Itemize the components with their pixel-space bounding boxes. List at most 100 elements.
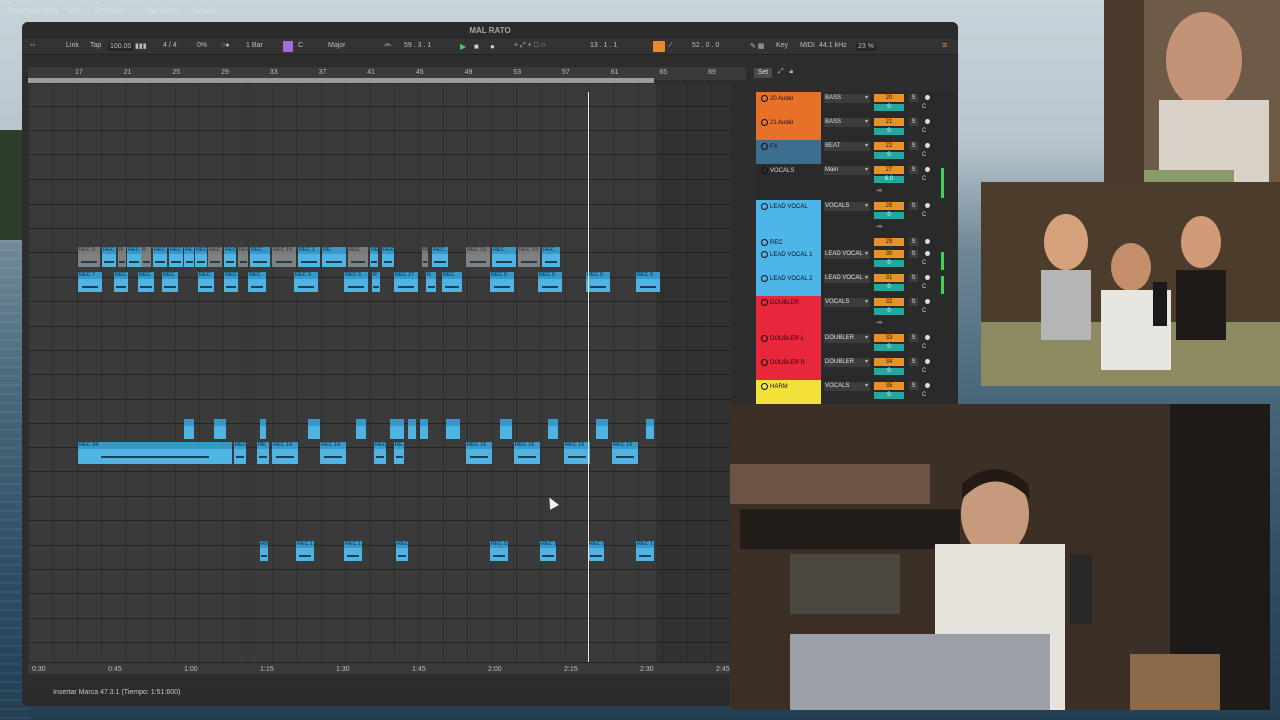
track-pan[interactable]: C	[922, 344, 930, 350]
track-name[interactable]: VOCALS	[756, 164, 821, 200]
audio-clip[interactable]: REC 1	[540, 541, 557, 561]
audio-clip[interactable]: REC 1	[102, 247, 117, 267]
audio-clip[interactable]: R	[372, 272, 380, 292]
track-pan[interactable]: C	[922, 284, 930, 290]
audio-clip[interactable]: REC 15	[466, 247, 490, 267]
track-fold-icon[interactable]	[761, 203, 768, 210]
audio-clip[interactable]	[500, 419, 512, 439]
arrangement-view[interactable]	[28, 84, 731, 662]
track-activator[interactable]: 28	[874, 202, 904, 210]
track-output-select[interactable]: DOUBLER	[824, 358, 870, 367]
arm-button[interactable]	[924, 238, 932, 246]
audio-clip[interactable]: REC 1	[636, 541, 654, 561]
track-activator[interactable]: 35	[874, 382, 904, 390]
track-name[interactable]: FX	[756, 140, 821, 164]
audio-clip[interactable]: RE	[394, 442, 404, 464]
audio-clip[interactable]: REC	[234, 442, 247, 464]
track-activator[interactable]: 31	[874, 274, 904, 282]
solo-button[interactable]: S	[909, 382, 918, 390]
track-volume[interactable]: 0	[874, 392, 904, 399]
arrangement-empty-area[interactable]	[656, 84, 731, 662]
solo-button[interactable]: S	[909, 298, 918, 306]
audio-clip[interactable]	[356, 419, 366, 439]
audio-clip[interactable]: REC 1	[208, 247, 223, 267]
quantize-select[interactable]: 1 Bar	[246, 42, 263, 49]
track-volume[interactable]: 6.0	[874, 176, 904, 183]
track-activator[interactable]: 27	[874, 166, 904, 174]
key-map-button[interactable]: Key	[776, 42, 788, 49]
mixer-track[interactable]: VOCALS Main 27 6.0 CS -∞	[756, 164, 958, 200]
solo-button[interactable]: S	[909, 202, 918, 210]
audio-clip[interactable]: REC 5	[588, 541, 605, 561]
arm-button[interactable]	[924, 166, 932, 174]
solo-button[interactable]: S	[909, 118, 918, 126]
track-fold-icon[interactable]	[761, 143, 768, 150]
audio-clip[interactable]: REC 16	[272, 442, 298, 464]
audio-clip[interactable]: RE	[322, 247, 346, 267]
audio-clip[interactable]: REC	[195, 247, 208, 267]
audio-clip[interactable]: REC 1	[296, 541, 314, 561]
tempo-field[interactable]: 100.00	[108, 42, 134, 51]
time-signature[interactable]: 4 / 4	[163, 42, 177, 49]
audio-clip[interactable]: REC 5	[78, 247, 100, 267]
view-toggle-icons[interactable]: ⤢ 🔒︎	[778, 68, 793, 76]
audio-clip[interactable]	[646, 419, 654, 439]
audio-clip[interactable]: REC	[127, 247, 141, 267]
track-output-select[interactable]: LEAD VOCAL	[824, 274, 870, 283]
mixer-track[interactable]: LEAD VOCAL 2 LEAD VOCAL 31 0 CS	[756, 272, 958, 296]
arm-button[interactable]	[924, 298, 932, 306]
track-pan[interactable]: C	[922, 176, 930, 182]
audio-clip[interactable]: R	[141, 247, 151, 267]
loop-start[interactable]: 13 . 1 . 1	[590, 42, 617, 49]
audio-clip[interactable]: REC 34	[78, 442, 232, 464]
key-select[interactable]: C	[298, 42, 303, 49]
audio-clip[interactable]: REC	[153, 247, 167, 267]
metronome-icon[interactable]: ▮▮▮	[135, 42, 147, 50]
mixer-track[interactable]: REC 29 S	[756, 236, 958, 248]
track-output-select[interactable]: BASS	[824, 94, 870, 103]
audio-clip[interactable]: REC 5	[294, 272, 318, 292]
audio-clip[interactable]: REC 15	[272, 247, 296, 267]
mixer-track[interactable]: LEAD VOCAL VOCALS 28 0 CS -∞	[756, 200, 958, 236]
mixer-track[interactable]: DOUBLER L DOUBLER 33 0 CS	[756, 332, 958, 356]
audio-clip[interactable]	[596, 419, 608, 439]
stop-icon[interactable]: ■	[474, 41, 479, 52]
audio-clip[interactable]: REC	[442, 272, 462, 292]
automation-icons[interactable]: + ⤢ + ⬚ ○	[514, 42, 545, 50]
mixer-track[interactable]: FX BEAT 22 0 CS	[756, 140, 958, 164]
record-icon[interactable]: ●	[490, 41, 495, 52]
audio-clip[interactable]	[184, 419, 194, 439]
track-fold-icon[interactable]	[761, 275, 768, 282]
audio-clip[interactable]: REC 15	[422, 247, 429, 267]
track-fold-icon[interactable]	[761, 95, 768, 102]
track-volume[interactable]: 0	[874, 308, 904, 315]
follow-icon[interactable]: ‹•›	[384, 42, 391, 49]
audio-clip[interactable]: REC	[250, 247, 270, 267]
track-volume[interactable]: 0	[874, 104, 904, 111]
track-pan[interactable]: C	[922, 260, 930, 266]
track-pan[interactable]: C	[922, 104, 930, 110]
audio-clip[interactable]: REC 5	[586, 272, 610, 292]
audio-clip[interactable]: REC 7	[78, 272, 102, 292]
punch-icon[interactable]: ∕	[670, 42, 671, 49]
audio-clip[interactable]: REC 1	[344, 541, 362, 561]
arm-button[interactable]	[924, 202, 932, 210]
track-output-select[interactable]: VOCALS	[824, 298, 870, 307]
mixer-track[interactable]: HARM VOCALS 35 0 CS	[756, 380, 958, 404]
track-pan[interactable]: C	[922, 308, 930, 314]
track-fold-icon[interactable]	[761, 167, 768, 174]
solo-button[interactable]: S	[909, 238, 918, 246]
track-name[interactable]: LEAD VOCAL	[756, 200, 821, 236]
track-name[interactable]: LEAD VOCAL 2	[756, 272, 821, 296]
audio-clip[interactable]: RE	[257, 442, 269, 464]
track-pan[interactable]: C	[922, 368, 930, 374]
track-volume[interactable]: 0	[874, 212, 904, 219]
arm-button[interactable]	[924, 142, 932, 150]
track-fold-icon[interactable]	[761, 119, 768, 126]
audio-clip[interactable]: REC 1	[224, 247, 237, 267]
track-volume[interactable]: 0	[874, 152, 904, 159]
mixer-track[interactable]: LEAD VOCAL 1 LEAD VOCAL 30 0 CS	[756, 248, 958, 272]
audio-clip[interactable]: REC 1	[169, 247, 184, 267]
audio-clip[interactable]: RE	[184, 247, 194, 267]
arm-button[interactable]	[924, 118, 932, 126]
